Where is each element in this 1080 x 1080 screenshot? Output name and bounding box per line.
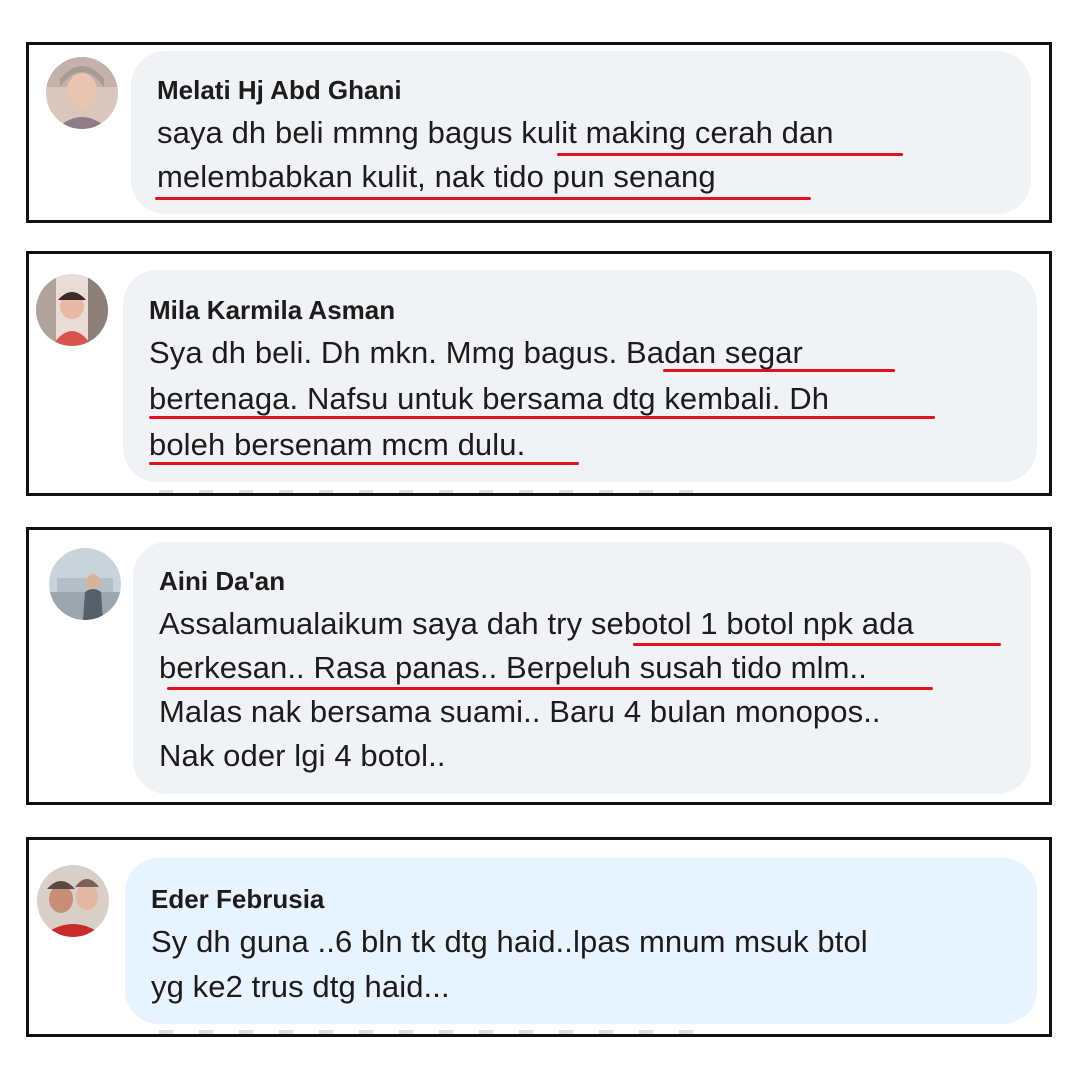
highlight-underline bbox=[149, 462, 579, 465]
comment-text-line: Malas nak bersama suami.. Baru 4 bulan m… bbox=[159, 694, 881, 729]
comment-text-line: saya dh beli mmng bagus kulit making cer… bbox=[157, 115, 834, 150]
comment-author[interactable]: Aini Da'an bbox=[159, 566, 285, 597]
comment-text-line: boleh bersenam mcm dulu. bbox=[149, 427, 526, 462]
highlight-underline bbox=[663, 369, 895, 372]
avatar[interactable] bbox=[37, 865, 109, 937]
avatar[interactable] bbox=[46, 57, 118, 129]
profile-photo-icon bbox=[46, 57, 118, 129]
comment-text-line: Sy dh guna ..6 bln tk dtg haid..lpas mnu… bbox=[151, 924, 868, 959]
highlight-underline bbox=[557, 153, 903, 156]
profile-photo-icon bbox=[49, 548, 121, 620]
highlight-underline bbox=[167, 687, 933, 690]
comment-card-1: Melati Hj Abd Ghani saya dh beli mmng ba… bbox=[26, 42, 1052, 223]
comment-text-line: bertenaga. Nafsu untuk bersama dtg kemba… bbox=[149, 381, 830, 416]
profile-photo-icon bbox=[37, 865, 109, 937]
avatar[interactable] bbox=[36, 274, 108, 346]
comment-bubble: Melati Hj Abd Ghani saya dh beli mmng ba… bbox=[131, 51, 1031, 214]
comment-author[interactable]: Melati Hj Abd Ghani bbox=[157, 75, 402, 106]
comment-bubble: Aini Da'an Assalamualaikum saya dah try … bbox=[133, 542, 1031, 794]
comment-author[interactable]: Eder Februsia bbox=[151, 884, 324, 915]
next-comment-hint bbox=[159, 490, 719, 493]
comment-text-line: Assalamualaikum saya dah try sebotol 1 b… bbox=[159, 606, 914, 641]
highlight-underline bbox=[633, 643, 1001, 646]
comment-bubble: Mila Karmila Asman Sya dh beli. Dh mkn. … bbox=[123, 270, 1037, 482]
comment-card-3: Aini Da'an Assalamualaikum saya dah try … bbox=[26, 527, 1052, 805]
profile-photo-icon bbox=[36, 274, 108, 346]
comment-bubble: Eder Februsia Sy dh guna ..6 bln tk dtg … bbox=[125, 858, 1037, 1024]
comment-text-line: Sya dh beli. Dh mkn. Mmg bagus. Badan se… bbox=[149, 335, 803, 370]
comment-text-line: berkesan.. Rasa panas.. Berpeluh susah t… bbox=[159, 650, 867, 685]
comment-text-line: melembabkan kulit, nak tido pun senang bbox=[157, 159, 716, 194]
comment-card-4: Eder Februsia Sy dh guna ..6 bln tk dtg … bbox=[26, 837, 1052, 1037]
next-comment-hint bbox=[159, 1030, 719, 1034]
comment-text-line: yg ke2 trus dtg haid... bbox=[151, 969, 450, 1004]
comment-text-line: Nak oder lgi 4 botol.. bbox=[159, 738, 446, 773]
comment-card-2: Mila Karmila Asman Sya dh beli. Dh mkn. … bbox=[26, 251, 1052, 496]
highlight-underline bbox=[149, 416, 935, 419]
highlight-underline bbox=[155, 197, 811, 200]
comment-author[interactable]: Mila Karmila Asman bbox=[149, 295, 395, 326]
avatar[interactable] bbox=[49, 548, 121, 620]
